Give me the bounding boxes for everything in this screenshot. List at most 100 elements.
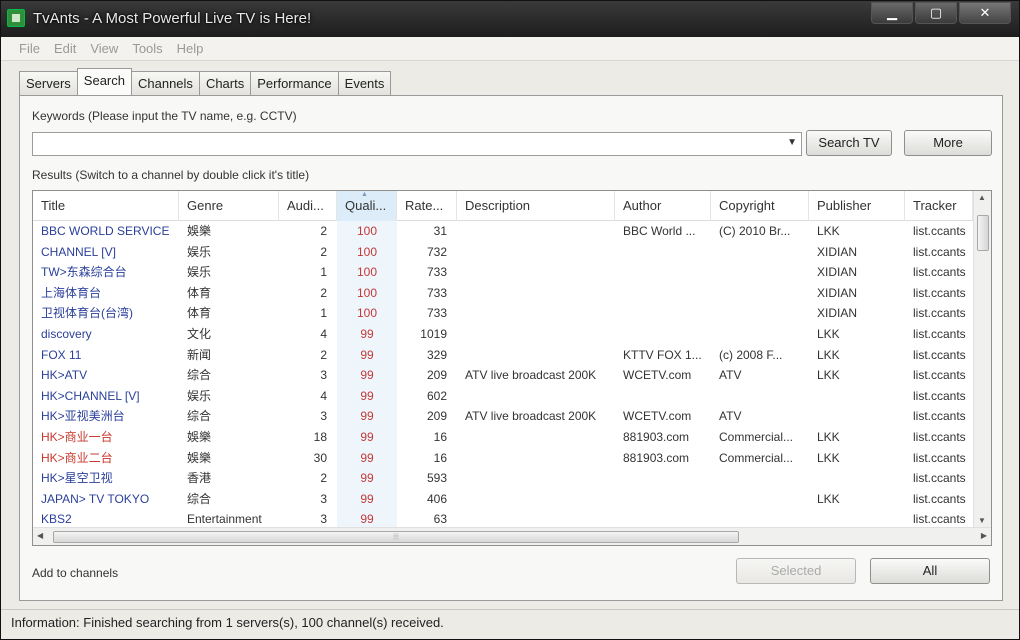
window-controls: ▁ ▢ ✕ xyxy=(869,2,1011,24)
cell-author: KTTV FOX 1... xyxy=(623,347,702,362)
keywords-combo[interactable]: ▼ xyxy=(32,132,802,156)
more-button[interactable]: More xyxy=(904,130,992,156)
table-row[interactable]: 卫视体育台(台湾) 体育 1 100 733 XIDIAN list.ccants xyxy=(33,303,973,324)
cell-description xyxy=(457,221,615,242)
table-row[interactable]: 上海体育台 体育 2 100 733 XIDIAN list.ccants xyxy=(33,282,973,304)
tab-events[interactable]: Events xyxy=(337,71,392,95)
cell-genre: 综合 xyxy=(187,368,212,383)
cell-tracker: list.ccants xyxy=(913,409,966,424)
search-tv-button[interactable]: Search TV xyxy=(806,130,892,156)
menu-tools[interactable]: Tools xyxy=(126,37,170,60)
scroll-up-icon[interactable]: ▲ xyxy=(978,193,986,202)
close-button[interactable]: ✕ xyxy=(959,2,1011,24)
column-author[interactable]: Author xyxy=(615,191,711,221)
results-list[interactable]: Title Genre Audi... ▲ Quali... Rate... D… xyxy=(32,190,992,546)
scroll-left-icon[interactable]: ◀ xyxy=(37,531,43,540)
cell-copyright xyxy=(711,303,809,324)
dropdown-arrow-icon[interactable]: ▼ xyxy=(787,137,797,148)
all-button[interactable]: All xyxy=(870,558,990,584)
column-audience[interactable]: Audi... xyxy=(279,191,337,221)
cell-genre: 新闻 xyxy=(187,347,212,362)
cell-rate: 406 xyxy=(426,491,447,506)
status-bar: Information: Finished searching from 1 s… xyxy=(1,609,1019,639)
cell-quality: 99 xyxy=(337,344,397,366)
menu-file[interactable]: File xyxy=(13,37,48,60)
cell-quality: 100 xyxy=(337,303,397,324)
menu-bar: File Edit View Tools Help xyxy=(1,37,1019,61)
cell-genre: 娛樂 xyxy=(187,450,212,465)
table-row[interactable]: HK>ATV 综合 3 99 209 ATV live broadcast 200K WCE… xyxy=(33,365,973,386)
cell-audience: 2 xyxy=(320,285,327,300)
cell-copyright: ATV xyxy=(719,409,742,424)
table-row[interactable]: BBC WORLD SERVICE 娛樂 2 100 31 BBC World ... (C… xyxy=(33,221,973,242)
cell-rate: 16 xyxy=(433,429,447,444)
column-copyright[interactable]: Copyright xyxy=(711,191,809,221)
keywords-label: Keywords (Please input the TV name, e.g.… xyxy=(32,109,297,123)
cell-copyright xyxy=(711,242,809,263)
column-title[interactable]: Title xyxy=(33,191,179,221)
column-description[interactable]: Description xyxy=(457,191,615,221)
cell-audience: 2 xyxy=(320,244,327,259)
vertical-scroll-thumb[interactable] xyxy=(977,215,989,251)
table-row[interactable]: HK>星空卫视 香港 2 99 593 list.ccants xyxy=(33,468,973,489)
cell-title: TW>东森综合台 xyxy=(41,265,127,280)
table-row[interactable]: HK>商业一台 娛樂 18 99 16 881903.com Commercial... LK… xyxy=(33,426,973,448)
menu-view[interactable]: View xyxy=(84,37,126,60)
cell-publisher: LKK xyxy=(817,368,840,383)
table-row[interactable]: HK>亚视美洲台 综合 3 99 209 ATV live broadcast 200K W… xyxy=(33,406,973,427)
app-icon xyxy=(7,9,25,27)
cell-quality: 100 xyxy=(337,262,397,283)
column-publisher[interactable]: Publisher xyxy=(809,191,905,221)
minimize-button[interactable]: ▁ xyxy=(871,2,913,24)
menu-help[interactable]: Help xyxy=(171,37,212,60)
cell-tracker: list.ccants xyxy=(913,368,966,383)
tab-channels[interactable]: Channels xyxy=(131,71,200,95)
cell-rate: 733 xyxy=(426,285,447,300)
cell-description: ATV live broadcast 200K xyxy=(465,368,597,383)
cell-audience: 3 xyxy=(320,491,327,506)
cell-publisher: LKK xyxy=(817,347,840,362)
column-genre[interactable]: Genre xyxy=(179,191,279,221)
cell-title: HK>ATV xyxy=(41,368,88,383)
cell-genre: 娛樂 xyxy=(187,224,212,238)
horizontal-scrollbar[interactable]: ◀ ⦙⦙⦙ ▶ xyxy=(33,527,991,545)
column-rate[interactable]: Rate... xyxy=(397,191,457,221)
cell-description xyxy=(457,468,615,489)
table-row[interactable]: TW>东森综合台 娱乐 1 100 733 XIDIAN list.ccants xyxy=(33,262,973,283)
cell-title: 卫视体育台(台湾) xyxy=(41,306,133,321)
column-tracker[interactable]: Tracker xyxy=(905,191,973,221)
table-row[interactable]: JAPAN> TV TOKYO 综合 3 99 406 LKK list.ccants xyxy=(33,488,973,510)
tab-servers[interactable]: Servers xyxy=(19,71,78,95)
table-row[interactable]: FOX 11 新闻 2 99 329 KTTV FOX 1... (c) 2008 F...… xyxy=(33,344,973,366)
list-header: Title Genre Audi... ▲ Quali... Rate... D… xyxy=(33,191,973,221)
cell-description xyxy=(457,448,615,469)
cell-author: 881903.com xyxy=(623,450,690,465)
table-row[interactable]: CHANNEL [V] 娱乐 2 100 732 XIDIAN list.ccants xyxy=(33,241,973,263)
tab-charts[interactable]: Charts xyxy=(198,71,252,95)
cell-tracker: list.ccants xyxy=(913,450,966,465)
scroll-down-icon[interactable]: ▼ xyxy=(978,516,986,525)
vertical-scrollbar[interactable]: ▲ ▼ xyxy=(973,191,991,527)
cell-author xyxy=(615,489,711,510)
tab-search[interactable]: Search xyxy=(76,68,132,95)
maximize-button[interactable]: ▢ xyxy=(915,2,957,24)
title-bar[interactable]: TvAnts - A Most Powerful Live TV is Here… xyxy=(1,1,1019,37)
scroll-right-icon[interactable]: ▶ xyxy=(981,531,987,540)
horizontal-scroll-thumb[interactable]: ⦙⦙⦙ xyxy=(53,531,739,543)
table-row[interactable]: HK>CHANNEL [V] 娱乐 4 99 602 list.ccants xyxy=(33,385,973,407)
menu-edit[interactable]: Edit xyxy=(48,37,84,60)
cell-description: ATV live broadcast 200K xyxy=(465,409,597,424)
cell-quality: 99 xyxy=(337,385,397,407)
cell-audience: 1 xyxy=(320,265,327,280)
table-row[interactable]: HK>商业二台 娛樂 30 99 16 881903.com Commercial... LK… xyxy=(33,447,973,469)
cell-genre: 体育 xyxy=(187,285,212,300)
tab-performance[interactable]: Performance xyxy=(250,71,339,95)
cell-publisher: XIDIAN xyxy=(817,285,858,300)
cell-audience: 3 xyxy=(320,409,327,424)
cell-audience: 3 xyxy=(320,368,327,383)
selected-button[interactable]: Selected xyxy=(736,558,856,584)
cell-description xyxy=(457,386,615,407)
column-quality[interactable]: ▲ Quali... xyxy=(337,191,397,221)
window-title: TvAnts - A Most Powerful Live TV is Here… xyxy=(33,10,312,27)
table-row[interactable]: discovery 文化 4 99 1019 LKK list.ccants xyxy=(33,323,973,345)
